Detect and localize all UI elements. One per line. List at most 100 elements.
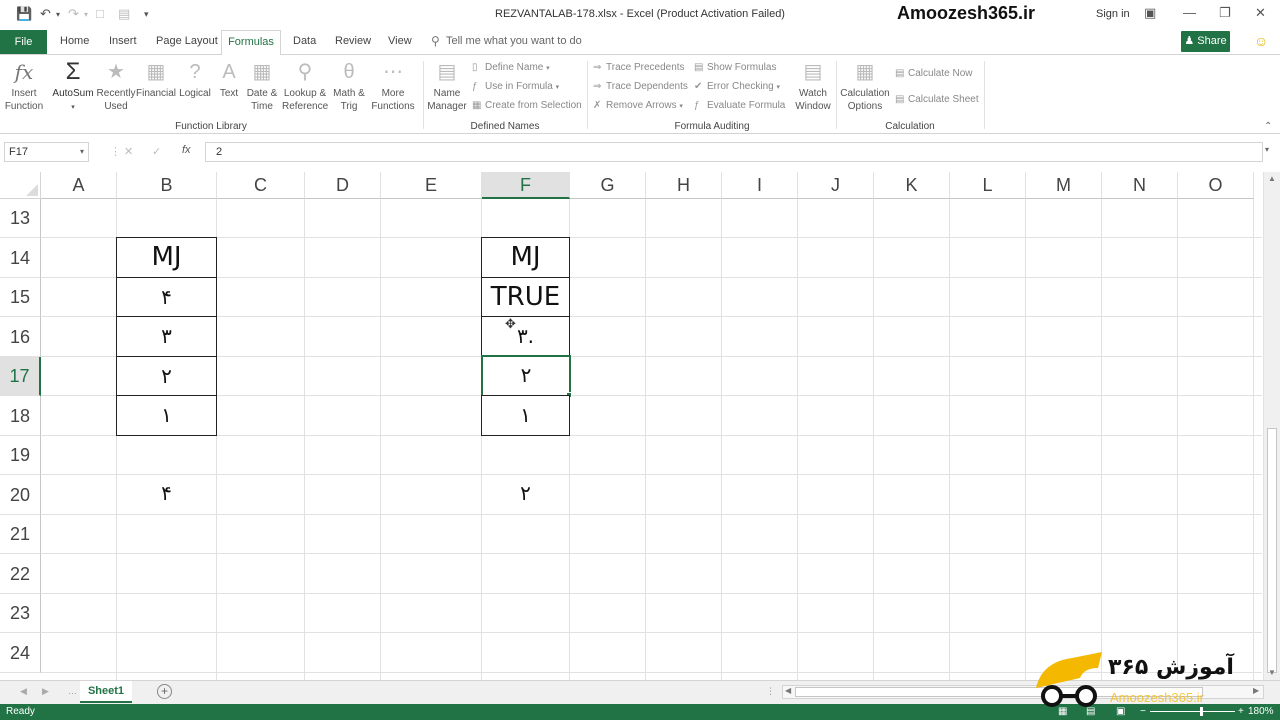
tell-me-search[interactable]: Tell me what you want to do	[446, 35, 582, 47]
row-header-18[interactable]: 18	[0, 396, 41, 436]
column-header-j[interactable]: J	[798, 172, 874, 199]
formula-input[interactable]: 2	[205, 142, 1263, 162]
logical-button[interactable]: ? Logical	[176, 59, 214, 100]
share-button[interactable]: ♟ Share	[1181, 31, 1230, 52]
trace-dependents-button[interactable]: ⇒ Trace Dependents	[593, 81, 688, 92]
row-header-19[interactable]: 19	[0, 436, 41, 475]
date-time-button[interactable]: ▦ Date & Time	[244, 59, 280, 113]
cell-b16[interactable]: ۳	[116, 316, 217, 357]
close-icon[interactable]: ✕	[1255, 5, 1266, 21]
vertical-scroll-thumb[interactable]	[1267, 428, 1277, 673]
new-sheet-button[interactable]: +	[157, 684, 172, 699]
cell-b17[interactable]: ۲	[116, 356, 217, 396]
column-header-i[interactable]: I	[722, 172, 798, 199]
ribbon-display-options-icon[interactable]: ▣	[1144, 5, 1156, 21]
recently-used-button[interactable]: ★ Recently Used	[96, 59, 136, 113]
row-header-17[interactable]: 17	[0, 357, 41, 396]
cell-f17[interactable]: ۲	[483, 357, 569, 395]
math-trig-button[interactable]: θ Math & Trig	[330, 59, 368, 113]
remove-arrows-button[interactable]: ✗ Remove Arrows ▾	[593, 100, 683, 111]
scroll-up-icon[interactable]: ▲	[1268, 174, 1276, 183]
trace-precedents-button[interactable]: ⇒ Trace Precedents	[593, 62, 685, 73]
restore-icon[interactable]: ❐	[1219, 5, 1231, 21]
cell-f16[interactable]: ۳.	[481, 316, 570, 357]
autosum-button[interactable]: Σ AutoSum ▾	[52, 59, 94, 114]
watch-window-button[interactable]: ▤ Watch Window	[792, 59, 834, 113]
cell-b20[interactable]: ۴	[116, 474, 217, 515]
column-header-a[interactable]: A	[41, 172, 117, 199]
column-header-l[interactable]: L	[950, 172, 1026, 199]
cell-f20[interactable]: ۲	[481, 474, 570, 515]
tab-data[interactable]: Data	[293, 35, 316, 47]
row-header-16[interactable]: 16	[0, 317, 41, 357]
feedback-smiley-icon[interactable]: ☺	[1254, 33, 1268, 49]
use-in-formula-button[interactable]: ƒ Use in Formula ▾	[472, 81, 559, 92]
sheet-nav-more-icon[interactable]: …	[68, 686, 77, 696]
cell-f15[interactable]: TRUE	[481, 277, 570, 317]
insert-function-button[interactable]: fx Insert Function	[4, 59, 44, 113]
sheet-tab-sheet1[interactable]: Sheet1	[80, 681, 132, 703]
active-cell-f17[interactable]: ۲	[481, 355, 571, 397]
name-manager-button[interactable]: ▤ Name Manager	[426, 59, 468, 113]
cell-b14[interactable]: MJ	[116, 237, 217, 278]
column-header-k[interactable]: K	[874, 172, 950, 199]
column-header-f[interactable]: F	[482, 172, 570, 199]
prev-sheet-icon[interactable]: ◀	[20, 686, 27, 697]
create-from-selection-button[interactable]: ▦ Create from Selection	[472, 100, 582, 111]
lookup-reference-button[interactable]: ⚲ Lookup & Reference	[282, 59, 328, 113]
row-header-20[interactable]: 20	[0, 475, 41, 515]
column-header-n[interactable]: N	[1102, 172, 1178, 199]
cancel-icon[interactable]: ✕	[124, 145, 133, 158]
column-header-o[interactable]: O	[1178, 172, 1254, 199]
worksheet-grid[interactable]: A B C D E F G H I J K L M N O 13 14 15 1…	[0, 172, 1262, 680]
column-header-e[interactable]: E	[381, 172, 482, 199]
more-functions-button[interactable]: ⋯ More Functions	[368, 59, 418, 113]
define-name-button[interactable]: ▯ Define Name ▾	[472, 62, 550, 73]
column-header-d[interactable]: D	[305, 172, 381, 199]
enter-icon[interactable]: ✓	[152, 145, 161, 158]
sign-in-link[interactable]: Sign in	[1096, 8, 1130, 20]
row-header-14[interactable]: 14	[0, 238, 41, 278]
tab-home[interactable]: Home	[60, 35, 89, 47]
column-header-g[interactable]: G	[570, 172, 646, 199]
column-header-m[interactable]: M	[1026, 172, 1102, 199]
tab-view[interactable]: View	[388, 35, 412, 47]
tab-insert[interactable]: Insert	[109, 35, 137, 47]
tab-page-layout[interactable]: Page Layout	[156, 35, 218, 47]
select-all-button[interactable]	[0, 172, 41, 199]
expand-formula-bar-icon[interactable]: ▾	[1265, 145, 1269, 154]
zoom-slider-thumb[interactable]	[1200, 707, 1203, 716]
name-box[interactable]: F17 ▾	[4, 142, 89, 162]
cell-b15[interactable]: ۴	[116, 277, 217, 317]
row-header-22[interactable]: 22	[0, 554, 41, 594]
tab-split-handle-icon[interactable]: ⋮	[766, 686, 775, 697]
row-header-23[interactable]: 23	[0, 594, 41, 633]
collapse-ribbon-icon[interactable]: ⌃	[1264, 121, 1272, 132]
row-header-15[interactable]: 15	[0, 278, 41, 317]
column-header-h[interactable]: H	[646, 172, 722, 199]
tab-file[interactable]: File	[0, 30, 47, 54]
vertical-scrollbar[interactable]: ▲ ▼	[1263, 172, 1280, 680]
tab-review[interactable]: Review	[335, 35, 371, 47]
calculation-options-button[interactable]: ▦ Calculation Options	[840, 59, 890, 113]
error-checking-button[interactable]: ✔ Error Checking ▾	[694, 81, 780, 92]
minimize-icon[interactable]: —	[1183, 5, 1196, 20]
row-header-13[interactable]: 13	[0, 199, 41, 238]
calculate-sheet-button[interactable]: ▤ Calculate Sheet	[895, 94, 979, 105]
zoom-slider[interactable]	[1150, 711, 1235, 712]
financial-button[interactable]: ▦ Financial	[136, 59, 176, 100]
calculate-now-button[interactable]: ▤ Calculate Now	[895, 68, 972, 79]
insert-function-fx-icon[interactable]: fx	[182, 144, 191, 156]
cell-f14[interactable]: MJ	[481, 237, 570, 278]
column-header-c[interactable]: C	[217, 172, 305, 199]
row-header-21[interactable]: 21	[0, 515, 41, 554]
cell-f18[interactable]: ۱	[481, 395, 570, 436]
name-box-dropdown-icon[interactable]: ▾	[80, 143, 84, 161]
cell-b18[interactable]: ۱	[116, 395, 217, 436]
text-button[interactable]: A Text	[214, 59, 244, 100]
next-sheet-icon[interactable]: ▶	[42, 686, 49, 697]
column-header-b[interactable]: B	[117, 172, 217, 199]
tab-formulas[interactable]: Formulas	[221, 30, 281, 55]
row-header-24[interactable]: 24	[0, 633, 41, 673]
show-formulas-button[interactable]: ▤ Show Formulas	[694, 62, 776, 73]
